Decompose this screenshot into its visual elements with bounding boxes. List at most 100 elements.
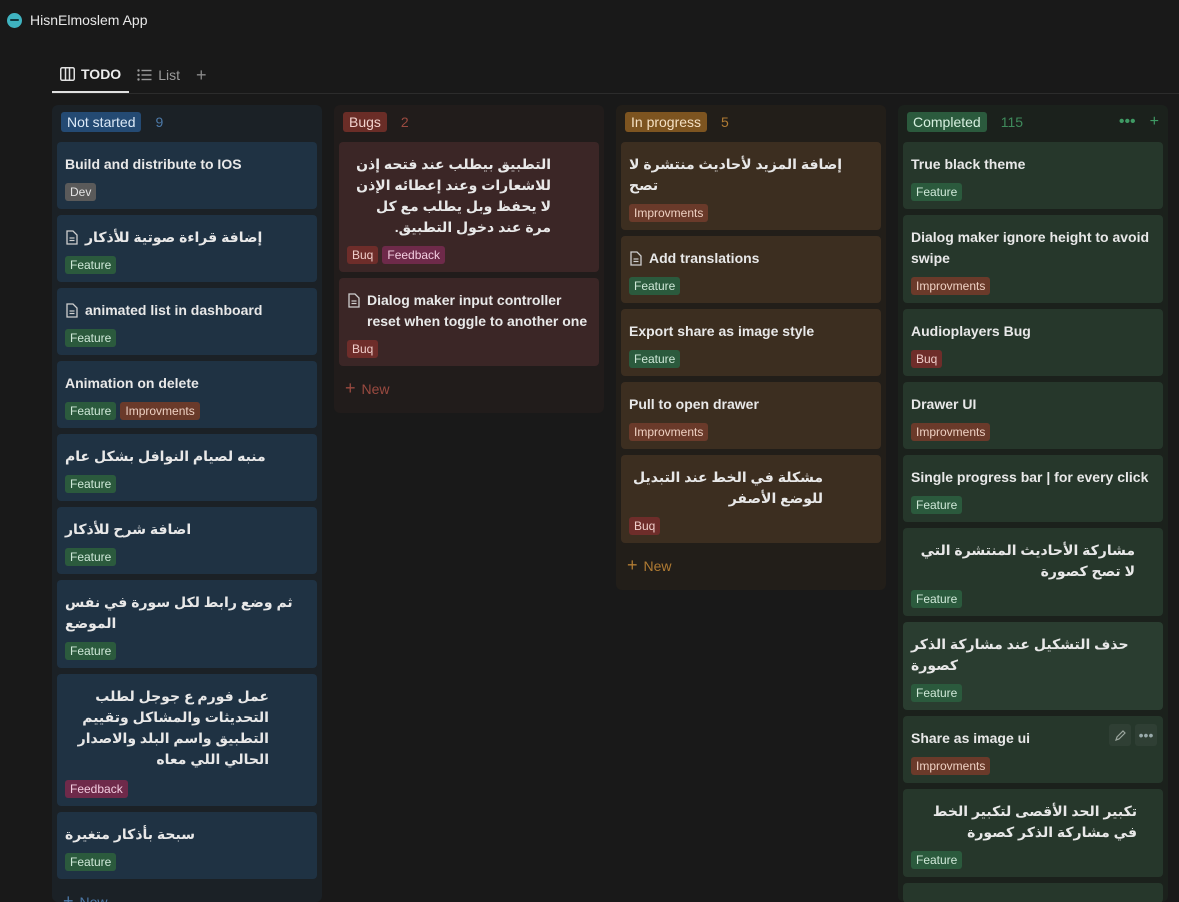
board-card[interactable]: حذف التشكيل عند مشاركة الذكر كصورة Featu… [903, 622, 1163, 710]
tag-feature: Feature [629, 277, 681, 295]
card-title: اضافة شرح للأذكار [65, 521, 192, 537]
card-count: 5 [721, 114, 729, 130]
board-card[interactable]: Pull to open drawer Improvments [621, 382, 881, 449]
app-logo-icon [7, 12, 22, 28]
board-card[interactable]: Single progress bar | for every click Fe… [903, 455, 1163, 522]
tag-feature: Feature [65, 329, 117, 347]
board-card[interactable]: Export share as image style Feature [621, 309, 881, 376]
tag-improvments: Improvments [120, 402, 200, 420]
column-in-progress: In progress 5 إضافة المزيد لأحاديث منتشر… [616, 105, 886, 590]
tag-dev: Dev [65, 183, 97, 201]
card-title: حذف التشكيل عند مشاركة الذكر كصورة [911, 636, 1129, 673]
header-divider [52, 93, 1179, 94]
card-title: Add translations [629, 248, 873, 269]
add-view-button[interactable]: + [188, 57, 215, 93]
new-card-button[interactable]: + New [57, 885, 317, 902]
column-bugs: Bugs 2 التطبيق بيطلب عند فتحه إذن للاشعا… [334, 105, 604, 413]
board-card[interactable]: التطبيق بيطلب عند فتحه إذن للاشعارات وعن… [339, 142, 599, 272]
page-icon [66, 230, 78, 245]
status-pill: Not started [61, 112, 142, 132]
board-card[interactable]: Share as image ui Improvments ••• [903, 716, 1163, 783]
tag-improvments: Improvments [911, 423, 991, 441]
column-header[interactable]: Completed 115 ••• + [907, 111, 1159, 133]
status-pill: Bugs [343, 112, 387, 132]
tag-feature: Feature [911, 590, 963, 608]
board-card[interactable]: سبحة بأذكار متغيرة Feature [57, 812, 317, 879]
more-options-icon[interactable]: ••• [1119, 113, 1136, 131]
board-card[interactable]: Build and distribute to IOS Dev [57, 142, 317, 209]
board-card[interactable]: Drawer UI Improvments [903, 382, 1163, 449]
status-pill: In progress [625, 112, 708, 132]
card-title: Pull to open drawer [629, 396, 759, 412]
kanban-board: Not started 9 Build and distribute to IO… [52, 105, 1179, 902]
board-card[interactable] [903, 883, 1163, 902]
board-card[interactable]: اضافة شرح للأذكار Feature [57, 507, 317, 574]
card-title: إضافة قراءة صوتية للأذكار [65, 227, 309, 248]
tag-bug: Buq [629, 517, 661, 535]
board-card[interactable]: ثم وضع رابط لكل سورة في نفس الموضع Featu… [57, 580, 317, 668]
tag-feature: Feature [629, 350, 681, 368]
board-card[interactable]: Add translations Feature [621, 236, 881, 303]
add-card-icon[interactable]: + [1150, 113, 1159, 131]
card-title: Drawer UI [911, 396, 977, 412]
card-title: Dialog maker input controller reset when… [347, 290, 591, 332]
tab-list[interactable]: List [129, 57, 188, 93]
board-card[interactable]: Audioplayers Bug Buq [903, 309, 1163, 376]
plus-icon: + [63, 891, 74, 902]
status-pill: Completed [907, 112, 987, 132]
tag-feature: Feature [65, 642, 117, 660]
card-count: 2 [400, 114, 409, 130]
card-title: مشاركة الأحاديث المنتشرة التي لا تصح كصو… [920, 542, 1135, 579]
tag-bug: Buq [911, 350, 943, 368]
card-title: Export share as image style [629, 323, 815, 339]
tag-improvments: Improvments [629, 204, 709, 222]
title-bar: HisnElmoslem App [0, 0, 1179, 40]
card-title: إضافة المزيد لأحاديث منتشرة لا تصح [629, 156, 843, 193]
board-card[interactable]: مشاركة الأحاديث المنتشرة التي لا تصح كصو… [903, 528, 1163, 616]
card-title: Single progress bar | for every click [911, 469, 1149, 485]
view-tabs: TODO List + [52, 57, 215, 93]
card-title: مشكلة في الخط عند التبديل للوضع الأصفر [633, 469, 823, 506]
new-card-button[interactable]: + New [621, 549, 881, 582]
new-card-button[interactable]: + New [339, 372, 599, 405]
card-title: التطبيق بيطلب عند فتحه إذن للاشعارات وعن… [356, 156, 551, 235]
card-title: ثم وضع رابط لكل سورة في نفس الموضع [65, 594, 293, 631]
board-card[interactable]: إضافة المزيد لأحاديث منتشرة لا تصح Impro… [621, 142, 881, 230]
tab-todo-board[interactable]: TODO [52, 57, 130, 93]
tab-label: List [158, 67, 180, 83]
tag-bug: Buq [347, 246, 379, 264]
list-icon [137, 69, 152, 81]
card-title: Dialog maker ignore height to avoid swip… [911, 229, 1150, 266]
card-title: Animation on delete [65, 375, 199, 391]
board-card[interactable]: عمل فورم ع جوجل لطلب التحديثات والمشاكل … [57, 674, 317, 806]
board-card[interactable]: Dialog maker ignore height to avoid swip… [903, 215, 1163, 303]
card-more-icon[interactable]: ••• [1135, 724, 1157, 746]
board-icon [60, 67, 75, 81]
board-card[interactable]: إضافة قراءة صوتية للأذكار Feature [57, 215, 317, 282]
column-header[interactable]: In progress 5 [625, 111, 877, 133]
card-count: 115 [1000, 114, 1024, 130]
board-card[interactable]: Animation on delete Feature Improvments [57, 361, 317, 428]
board-card[interactable]: True black theme Feature [903, 142, 1163, 209]
card-title: منبه لصيام النوافل بشكل عام [65, 448, 266, 464]
column-header[interactable]: Bugs 2 [343, 111, 595, 133]
card-title: Build and distribute to IOS [65, 156, 242, 172]
app-title: HisnElmoslem App [30, 12, 148, 28]
board-card[interactable]: منبه لصيام النوافل بشكل عام Feature [57, 434, 317, 501]
tag-feature: Feature [65, 475, 117, 493]
tab-label: TODO [81, 66, 122, 82]
page-icon [66, 303, 78, 318]
card-title: animated list in dashboard [65, 300, 309, 321]
board-card[interactable]: تكبير الحد الأقصى لتكبير الخط في مشاركة … [903, 789, 1163, 877]
tag-feature: Feature [911, 183, 963, 201]
edit-pencil-icon[interactable] [1109, 724, 1131, 746]
page-icon [630, 251, 642, 266]
tag-feedback: Feedback [382, 246, 446, 264]
column-header[interactable]: Not started 9 [61, 111, 313, 133]
board-card[interactable]: animated list in dashboard Feature [57, 288, 317, 355]
card-title: سبحة بأذكار متغيرة [65, 826, 195, 842]
plus-icon: + [345, 378, 356, 398]
tag-feature: Feature [65, 256, 117, 274]
board-card[interactable]: Dialog maker input controller reset when… [339, 278, 599, 366]
board-card[interactable]: مشكلة في الخط عند التبديل للوضع الأصفر B… [621, 455, 881, 543]
